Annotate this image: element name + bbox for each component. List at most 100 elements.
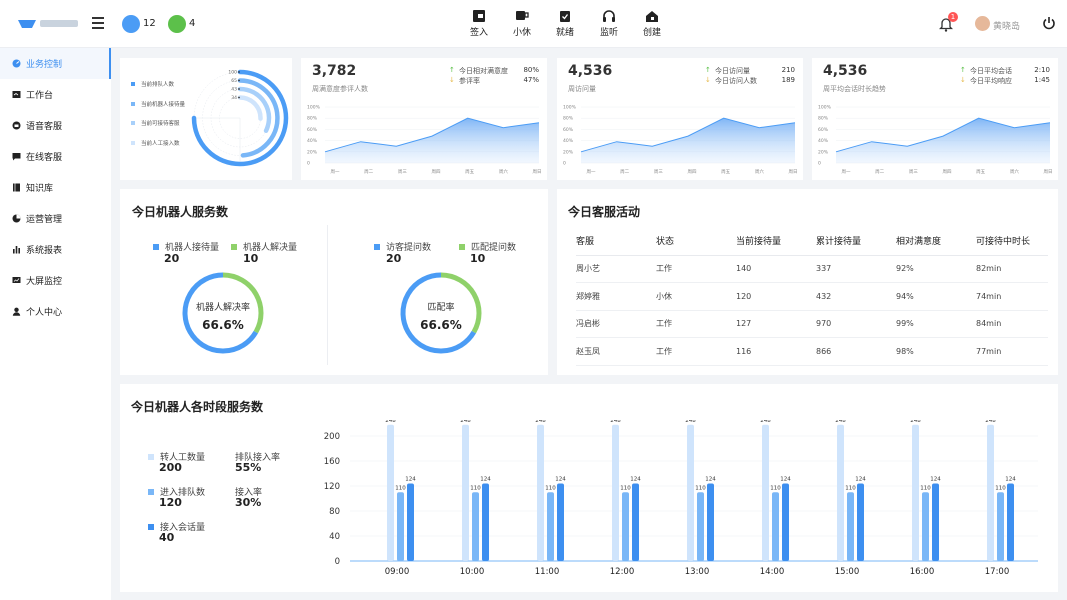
x-tick-label: 周二 <box>875 169 884 174</box>
kpi-stat-row: ↑ 今日平均会话 2:10 <box>960 66 1050 76</box>
table-cell: 99% <box>896 310 976 338</box>
table-row: 赵玉凤 工作 116 866 98% 77min <box>576 337 1048 366</box>
table-header-cell: 可接待中时长 <box>976 227 1048 256</box>
bar-value-label: 248 <box>385 420 396 424</box>
kpi-subtitle: 周满意度参评人数 <box>312 85 368 93</box>
match-rate-value: 66.6% <box>420 318 462 332</box>
bar <box>697 492 704 561</box>
y-tick-label: 0 <box>818 161 821 167</box>
y-tick-label: 0 <box>335 557 340 567</box>
bar-value-label: 110 <box>770 485 781 491</box>
activity-card: 今日客服活动 客服 状态 当前接待量 累计接待量 相对满意度 可接待中时长 周小艺 工作 14… <box>557 189 1058 375</box>
hourly-card: 今日机器人各时段服务数 转人工数量 200 排队接入率 55% 进入排队数 120 接入率 3… <box>120 384 1058 592</box>
sidebar-item-label: 在线客服 <box>26 153 63 163</box>
table-cell: 82min <box>976 255 1048 283</box>
donut-center-left: 机器人解决率 66.6% <box>173 300 273 332</box>
status-indicator-busy[interactable] <box>122 15 140 33</box>
nav-check-in-label: 签入 <box>469 28 488 38</box>
hourly-stat-label: 接入会话量 <box>148 520 205 533</box>
table-cell: 92% <box>896 255 976 283</box>
kpi-card: 3,782 周满意度参评人数 ↑ 今日相对满意度 80% ↓ 参评率 47% 100% 80% 60… <box>301 58 547 180</box>
arrow-up-icon: ↑ <box>960 66 966 74</box>
sidebar-item-7[interactable]: 系统报表 <box>0 234 111 265</box>
bar <box>987 424 994 561</box>
legend-swatch <box>131 140 135 145</box>
kpi-stat-row: ↑ 今日相对满意度 80% <box>449 66 539 76</box>
bar <box>1007 483 1014 561</box>
bar-value-label: 248 <box>835 420 846 424</box>
menu-toggle-icon[interactable] <box>92 17 104 29</box>
chat-icon <box>12 153 21 161</box>
robot-service-card: 今日机器人服务数 机器人接待量 20 机器人解决量 10 机器人解决率 66.6… <box>120 189 548 375</box>
sidebar-item-label: 大屏监控 <box>26 277 63 287</box>
nav-ready-label: 就绪 <box>555 28 574 38</box>
x-tick-label: 周五 <box>465 169 474 174</box>
kpi-stat-value: 2:10 <box>1034 66 1050 74</box>
legend-swatch <box>131 101 135 106</box>
divider <box>327 225 328 365</box>
sidebar-item-label: 业务控制 <box>26 60 63 70</box>
sidebar-item-label: 工作台 <box>26 91 54 101</box>
bar-value-label: 124 <box>405 477 416 483</box>
arrow-up-icon: ↑ <box>449 66 455 74</box>
x-tick-label: 周三 <box>398 169 407 174</box>
table-cell: 郑婷雅 <box>576 282 656 311</box>
y-tick-label: 20% <box>307 149 318 155</box>
radial-tick-dot <box>238 79 240 82</box>
nav-break[interactable]: 小休 <box>502 10 542 38</box>
bar-value-label: 124 <box>705 477 716 483</box>
sidebar-item-9[interactable]: 个人中心 <box>0 296 111 327</box>
radial-legend-item: 当前排队人数 <box>131 80 174 88</box>
table-cell: 84min <box>976 310 1048 338</box>
y-tick-label: 0 <box>307 161 310 167</box>
bar-value-label: 110 <box>620 485 631 491</box>
nav-create-label: 创建 <box>642 28 661 38</box>
hourly-stat-value: 30% <box>235 496 262 509</box>
sidebar-item-2[interactable]: 工作台 <box>0 79 111 110</box>
sidebar-item-4[interactable]: 在线客服 <box>0 141 111 172</box>
x-tick-label: 12:00 <box>610 567 635 577</box>
power-icon[interactable] <box>1042 16 1056 30</box>
nav-monitor[interactable]: 监听 <box>589 10 629 38</box>
radial-bar <box>237 95 263 121</box>
y-tick-label: 40 <box>329 532 340 542</box>
table-cell: 116 <box>736 337 816 366</box>
clipboard-icon <box>560 11 570 22</box>
nav-check-in[interactable]: 签入 <box>459 10 499 38</box>
sidebar-item-6[interactable]: 运营管理 <box>0 203 111 234</box>
robot-resolved-value: 10 <box>243 252 259 265</box>
kpi-stat-label: 今日访问人数 <box>715 77 757 85</box>
sidebar-item-1[interactable]: 业务控制 <box>0 48 111 79</box>
sidebar-item-3[interactable]: 语音客服 <box>0 110 111 141</box>
x-tick-label: 周日 <box>789 169 798 174</box>
username[interactable]: 黄晓岛 <box>993 19 1020 32</box>
bar-value-label: 248 <box>460 420 471 424</box>
radial-tick-dot <box>238 96 240 99</box>
y-tick-label: 60% <box>818 127 829 133</box>
legend-label: 当前人工接入数 <box>141 140 180 147</box>
kpi-stat-value: 80% <box>523 66 539 74</box>
nav-create[interactable]: 创建 <box>632 10 672 38</box>
sidebar-item-label: 个人中心 <box>26 308 63 318</box>
sidebar-item-5[interactable]: 知识库 <box>0 172 111 203</box>
table-cell: 小休 <box>656 282 736 311</box>
arrow-down-icon: ↓ <box>449 76 455 84</box>
table-cell: 120 <box>736 282 816 311</box>
kpi-stat-row: ↓ 参评率 47% <box>449 76 539 86</box>
avatar[interactable] <box>975 16 990 31</box>
status-indicator-ready[interactable] <box>168 15 186 33</box>
sidebar-item-8[interactable]: 大屏监控 <box>0 265 111 296</box>
table-cell: 冯启彬 <box>576 310 656 338</box>
kpi-stat-row: ↓ 今日平均响应 1:45 <box>960 76 1050 86</box>
bar <box>922 492 929 561</box>
nav-ready[interactable]: 就绪 <box>545 10 585 38</box>
x-tick-label: 16:00 <box>910 567 935 577</box>
x-tick-label: 周一 <box>842 169 851 174</box>
bar-value-label: 110 <box>920 485 931 491</box>
resolve-rate-value: 66.6% <box>202 318 244 332</box>
y-tick-label: 60% <box>307 127 318 133</box>
x-tick-label: 周一 <box>587 169 596 174</box>
y-tick-label: 0 <box>563 161 566 167</box>
bar <box>772 492 779 561</box>
logo <box>18 20 78 28</box>
